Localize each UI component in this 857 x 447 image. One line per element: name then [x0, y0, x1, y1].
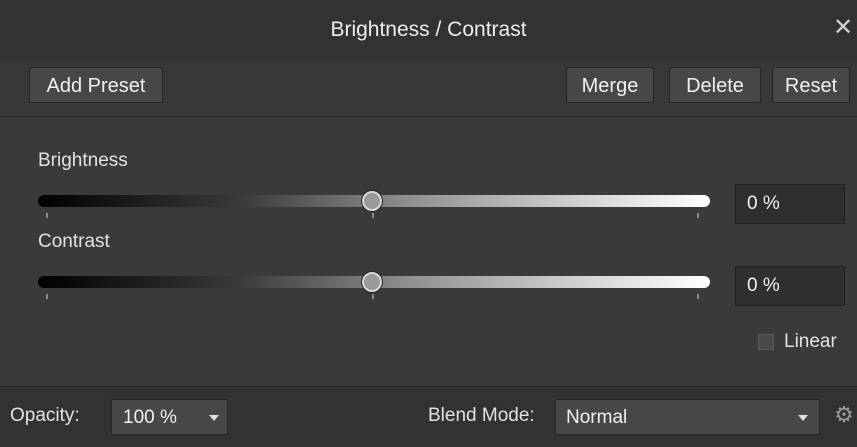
- delete-button[interactable]: Delete: [669, 67, 761, 103]
- dialog-title: Brightness / Contrast: [330, 18, 527, 41]
- contrast-tick-mid: [372, 294, 374, 299]
- opacity-label: Opacity:: [10, 405, 80, 426]
- blend-mode-label: Blend Mode:: [428, 405, 535, 426]
- brightness-slider-handle[interactable]: [362, 191, 382, 211]
- gear-icon[interactable]: ⚙: [832, 403, 856, 427]
- merge-button[interactable]: Merge: [566, 67, 654, 103]
- chevron-down-icon: [798, 415, 808, 421]
- footer-bar: Opacity: 100 % Blend Mode: Normal ⚙: [0, 386, 857, 447]
- linear-label: Linear: [784, 331, 837, 352]
- contrast-tick-max: [697, 294, 699, 299]
- opacity-dropdown[interactable]: 100 %: [111, 399, 228, 435]
- reset-button[interactable]: Reset: [772, 67, 850, 103]
- title-bar: Brightness / Contrast ✕: [0, 0, 857, 60]
- blend-mode-dropdown[interactable]: Normal: [555, 399, 820, 435]
- brightness-tick-min: [46, 213, 48, 218]
- brightness-value-field[interactable]: 0 %: [735, 184, 845, 224]
- brightness-label: Brightness: [38, 150, 128, 171]
- add-preset-button[interactable]: Add Preset: [29, 67, 163, 103]
- contrast-value-field[interactable]: 0 %: [735, 266, 845, 306]
- linear-checkbox[interactable]: [758, 334, 774, 350]
- contrast-label: Contrast: [38, 231, 110, 252]
- preset-toolbar: Add Preset Merge Delete Reset: [0, 60, 857, 117]
- chevron-down-icon: [209, 415, 219, 421]
- brightness-tick-max: [697, 213, 699, 218]
- contrast-slider-handle[interactable]: [362, 272, 382, 292]
- blend-mode-value: Normal: [566, 407, 628, 428]
- brightness-tick-mid: [372, 213, 374, 218]
- opacity-value: 100 %: [123, 407, 177, 428]
- close-icon[interactable]: ✕: [831, 15, 855, 41]
- contrast-tick-min: [46, 294, 48, 299]
